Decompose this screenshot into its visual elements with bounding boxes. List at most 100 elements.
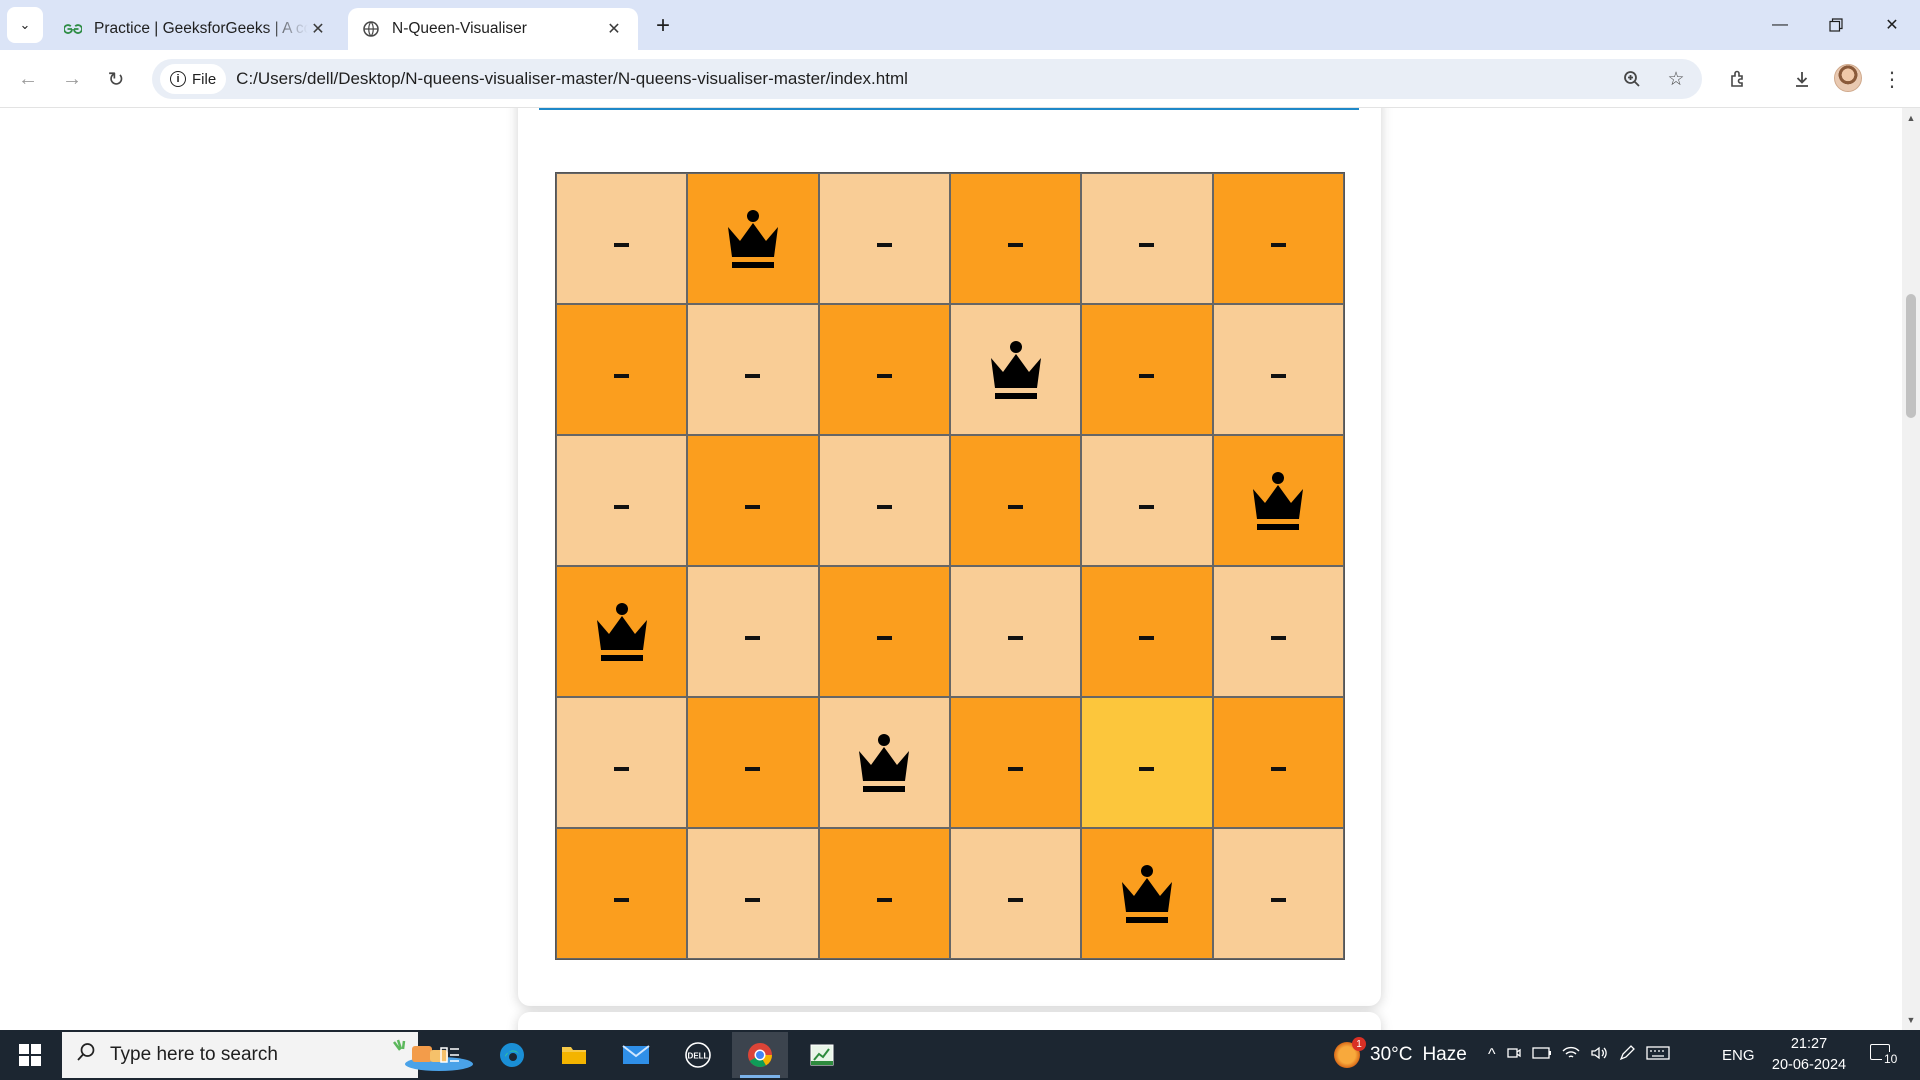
board-cell	[1212, 697, 1344, 828]
board-cell	[949, 697, 1082, 828]
new-tab-button[interactable]: +	[648, 11, 678, 41]
edge-browser-icon[interactable]	[484, 1032, 540, 1078]
forward-arrow-icon[interactable]: →	[56, 63, 88, 95]
close-icon[interactable]: ✕	[308, 19, 328, 39]
chevron-down-icon: ⌄	[19, 17, 31, 32]
reload-icon[interactable]: ↻	[100, 63, 132, 95]
weather-widget[interactable]: 1 30°C Haze	[1334, 1030, 1467, 1080]
board-cell	[556, 173, 688, 304]
search-placeholder: Type here to search	[110, 1044, 278, 1065]
file-explorer-icon[interactable]	[546, 1032, 602, 1078]
page-scrollbar[interactable]: ▲ ▼	[1902, 108, 1920, 1030]
globe-icon	[362, 20, 380, 38]
tab-n-queen-visualiser[interactable]: N-Queen-Visualiser ✕	[348, 8, 638, 50]
bookmark-star-icon[interactable]: ☆	[1660, 63, 1692, 95]
meet-now-icon[interactable]	[1506, 1045, 1522, 1066]
empty-marker	[1139, 504, 1155, 509]
board-cell	[1081, 173, 1213, 304]
empty-marker	[614, 242, 630, 247]
empty-marker	[614, 373, 630, 378]
site-info-chip[interactable]: i File	[160, 64, 227, 94]
board-cell	[687, 566, 819, 697]
menu-kebab-icon[interactable]: ⋮	[1876, 63, 1908, 95]
board-cell	[818, 435, 950, 566]
queen-icon	[1116, 862, 1178, 926]
profile-avatar[interactable]	[1834, 64, 1862, 92]
gfg-logo-icon	[64, 20, 82, 38]
volume-icon[interactable]	[1590, 1045, 1608, 1066]
empty-marker	[876, 373, 892, 378]
dell-icon[interactable]: DELL	[670, 1032, 726, 1078]
wifi-icon[interactable]	[1562, 1046, 1580, 1065]
chess-board	[555, 172, 1345, 960]
empty-marker	[745, 766, 761, 771]
empty-marker	[1008, 635, 1024, 640]
tab-search-button[interactable]: ⌄	[7, 7, 43, 43]
empty-marker	[876, 504, 892, 509]
empty-marker	[1139, 242, 1155, 247]
windows-logo-icon	[19, 1044, 41, 1066]
board-cell	[949, 566, 1082, 697]
chevron-up-icon[interactable]: ^	[1488, 1046, 1496, 1064]
back-arrow-icon[interactable]: ←	[12, 63, 44, 95]
empty-marker	[1139, 766, 1155, 771]
scrollbar-thumb[interactable]	[1906, 294, 1916, 418]
keyboard-icon[interactable]	[1645, 1045, 1670, 1066]
minimize-icon[interactable]: —	[1752, 0, 1808, 50]
board-cell	[687, 304, 819, 435]
address-bar[interactable]: i File C:/Users/dell/Desktop/N-queens-vi…	[152, 59, 1702, 99]
zoom-icon[interactable]	[1616, 63, 1648, 95]
battery-icon[interactable]	[1531, 1046, 1552, 1064]
empty-marker	[1139, 635, 1155, 640]
close-icon[interactable]: ✕	[604, 19, 624, 39]
scroll-up-icon[interactable]: ▲	[1902, 110, 1920, 126]
windows-taskbar: Type here to search DELL 1 30°C Haze ^ E…	[0, 1030, 1920, 1080]
close-window-icon[interactable]: ✕	[1864, 0, 1920, 50]
empty-marker	[745, 635, 761, 640]
board-cell	[949, 304, 1082, 435]
board-cell	[687, 435, 819, 566]
empty-marker	[1008, 766, 1024, 771]
taskbar-search[interactable]: Type here to search	[62, 1032, 473, 1078]
empty-marker	[745, 373, 761, 378]
queen-icon	[722, 207, 784, 271]
window-controls: — ✕	[1752, 0, 1920, 50]
task-view-icon[interactable]	[422, 1032, 478, 1078]
board-cell	[1212, 435, 1344, 566]
card-divider	[539, 108, 1359, 110]
board-cell	[818, 304, 950, 435]
scroll-down-icon[interactable]: ▼	[1902, 1012, 1920, 1028]
weather-temp: 30°C	[1370, 1044, 1413, 1065]
tab-title: N-Queen-Visualiser	[392, 20, 527, 37]
next-card	[518, 1012, 1381, 1030]
board-cell	[556, 304, 688, 435]
extensions-icon[interactable]	[1722, 63, 1754, 95]
spreadsheet-app-icon[interactable]	[794, 1032, 850, 1078]
board-cell	[687, 828, 819, 959]
windows-start-button[interactable]	[0, 1030, 60, 1080]
empty-marker	[745, 897, 761, 902]
mail-icon[interactable]	[608, 1032, 664, 1078]
download-icon[interactable]	[1786, 63, 1818, 95]
board-cell	[1081, 828, 1213, 959]
chrome-icon[interactable]	[732, 1032, 788, 1078]
empty-marker	[1008, 504, 1024, 509]
board-cell	[949, 173, 1082, 304]
queen-icon	[853, 731, 915, 795]
empty-marker	[1270, 373, 1286, 378]
clock[interactable]: 21:27 20-06-2024	[1764, 1034, 1854, 1076]
tab-practice-gfg[interactable]: Practice | GeeksforGeeks | A computer sc…	[50, 8, 342, 50]
board-cell	[1212, 828, 1344, 959]
board-cell	[949, 435, 1082, 566]
url-text[interactable]: C:/Users/dell/Desktop/N-queens-visualise…	[236, 69, 908, 89]
restore-icon[interactable]	[1808, 0, 1864, 50]
empty-marker	[745, 504, 761, 509]
notification-center-icon[interactable]: 10	[1866, 1040, 1900, 1070]
empty-marker	[614, 766, 630, 771]
language-indicator[interactable]: ENG	[1722, 1030, 1755, 1080]
clock-time: 21:27	[1790, 1036, 1828, 1052]
empty-marker	[1008, 242, 1024, 247]
board-cell	[1212, 304, 1344, 435]
pen-icon[interactable]	[1618, 1044, 1636, 1067]
empty-marker	[1270, 897, 1286, 902]
